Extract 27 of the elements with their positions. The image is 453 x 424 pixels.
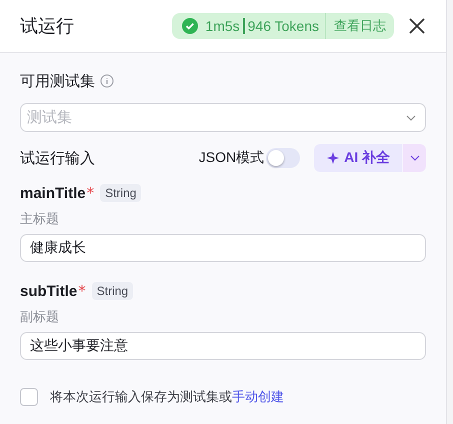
checkbox[interactable] bbox=[20, 388, 38, 406]
create-manually-link[interactable]: 手动创建 bbox=[232, 390, 284, 405]
save-option-text: 将本次运行输入保存为测试集或手动创建 bbox=[50, 389, 284, 406]
input-field[interactable]: 这些小事要注意 bbox=[20, 332, 426, 360]
required-mark: * bbox=[78, 282, 86, 300]
field-description: 副标题 bbox=[20, 309, 60, 326]
duration-text: 1m5s bbox=[205, 18, 240, 34]
field-description: 主标题 bbox=[20, 211, 60, 228]
chevron-icon bbox=[406, 114, 416, 120]
section-label: 可用测试集 bbox=[20, 72, 95, 90]
chevron-icon bbox=[410, 155, 420, 161]
json-mode-toggle[interactable] bbox=[266, 148, 300, 168]
info-icon bbox=[100, 74, 114, 88]
section-label: 试运行输入 bbox=[20, 148, 96, 168]
token-count: 946 Tokens bbox=[248, 18, 319, 34]
input-field[interactable]: 健康成长 bbox=[20, 234, 426, 262]
field-name: subTitle bbox=[20, 282, 78, 300]
dropdown-button[interactable] bbox=[402, 144, 426, 172]
panel-title: 试运行 bbox=[20, 15, 75, 38]
sparkle-icon bbox=[326, 152, 340, 164]
type-tag: String bbox=[92, 282, 134, 300]
type-tag: String bbox=[100, 184, 142, 202]
ai-complete-button[interactable]: AI 补全 bbox=[314, 144, 402, 172]
required-mark: * bbox=[86, 184, 94, 202]
json-mode-label: JSON模式 bbox=[198, 149, 264, 167]
close-button[interactable] bbox=[408, 17, 426, 35]
field-name: mainTitle bbox=[20, 184, 86, 202]
